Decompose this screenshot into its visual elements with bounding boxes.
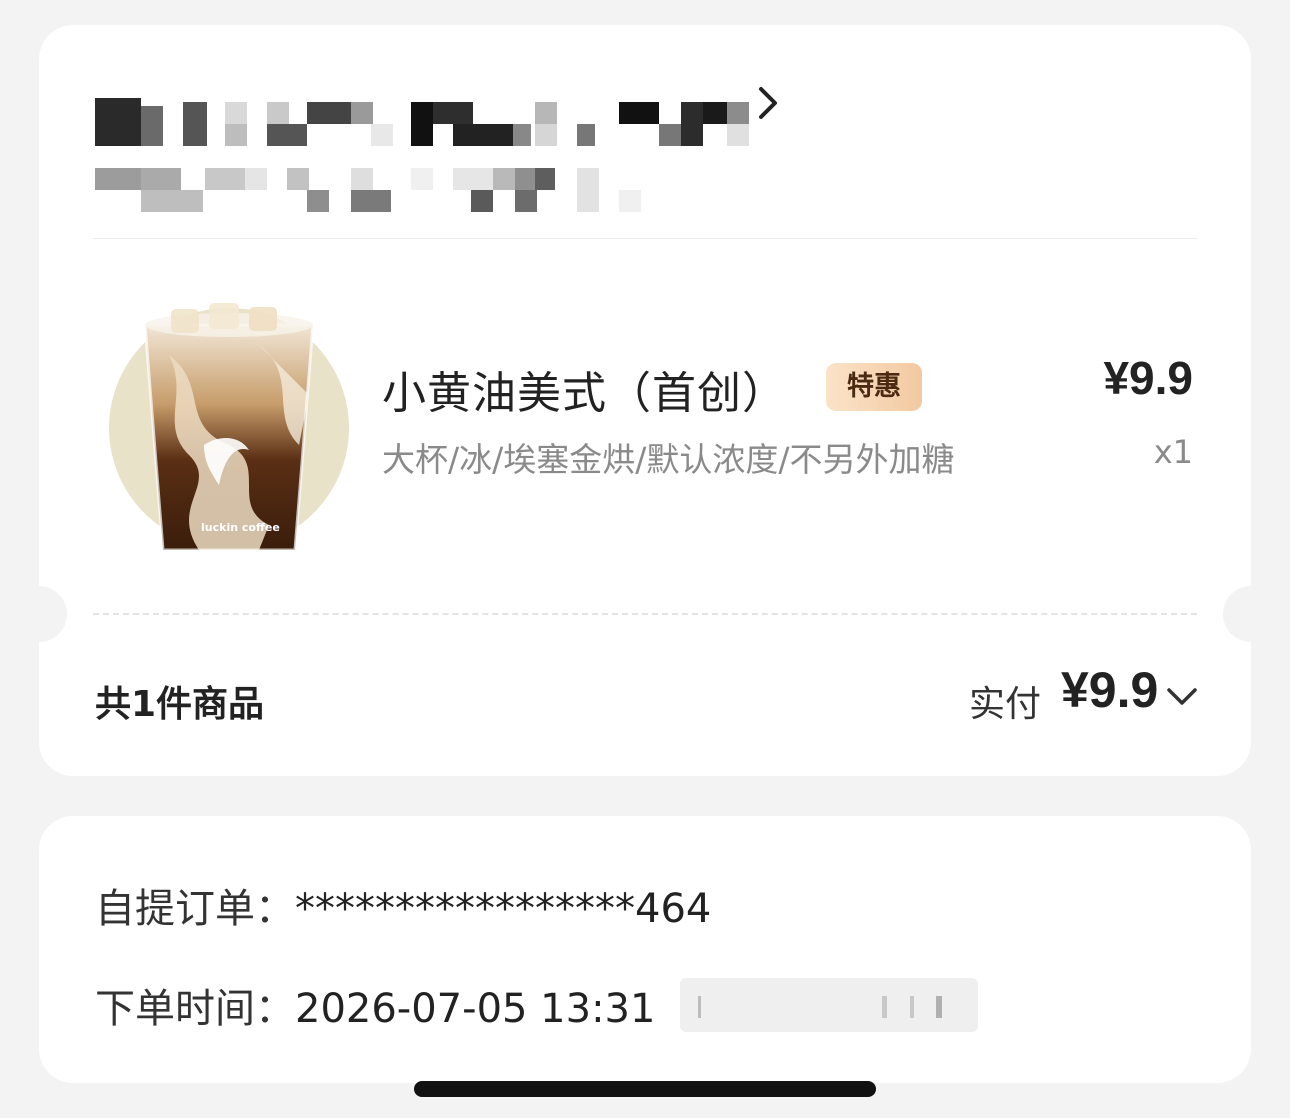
pickup-order-label: 自提订单： (95, 886, 295, 932)
order-card: luckin coffee 小黄油美式（首创） 特惠 ¥9.9 大杯/冰/埃塞金… (39, 25, 1251, 776)
product-image[interactable]: luckin coffee (109, 295, 359, 550)
perforation-notch-left (39, 586, 67, 642)
discount-badge: 特惠 (826, 363, 922, 411)
pickup-order-row: 自提订单：*****************464 (95, 876, 711, 934)
pickup-order-value: *****************464 (295, 886, 712, 932)
order-info-card: 自提订单：*****************464 下单时间：2026-07-0… (39, 816, 1251, 1083)
order-time-value: 2026-07-05 13:31 (295, 986, 656, 1032)
product-spec: 大杯/冰/埃塞金烘/默认浓度/不另外加糖 (382, 440, 955, 479)
perforation-notch-right (1223, 586, 1251, 642)
chevron-down-icon[interactable] (1165, 683, 1199, 709)
paid-amount: ¥9.9 (1061, 662, 1159, 718)
product-name: 小黄油美式（首创） (382, 368, 787, 419)
product-image-brand: luckin coffee (201, 521, 280, 534)
store-address-pixelated[interactable] (95, 80, 795, 230)
paid-label: 实付 (969, 684, 1042, 725)
order-time-row: 下单时间：2026-07-05 13:31 (95, 976, 655, 1034)
product-price: ¥9.9 (1103, 352, 1193, 404)
perforation-line (93, 613, 1197, 615)
header-divider (93, 238, 1197, 239)
chevron-right-icon[interactable] (749, 81, 789, 125)
order-time-label: 下单时间： (95, 986, 295, 1032)
copy-button-redacted[interactable] (680, 978, 978, 1032)
item-count: 共1件商品 (95, 684, 265, 725)
home-indicator (414, 1081, 876, 1097)
product-quantity: x1 (1153, 433, 1193, 471)
